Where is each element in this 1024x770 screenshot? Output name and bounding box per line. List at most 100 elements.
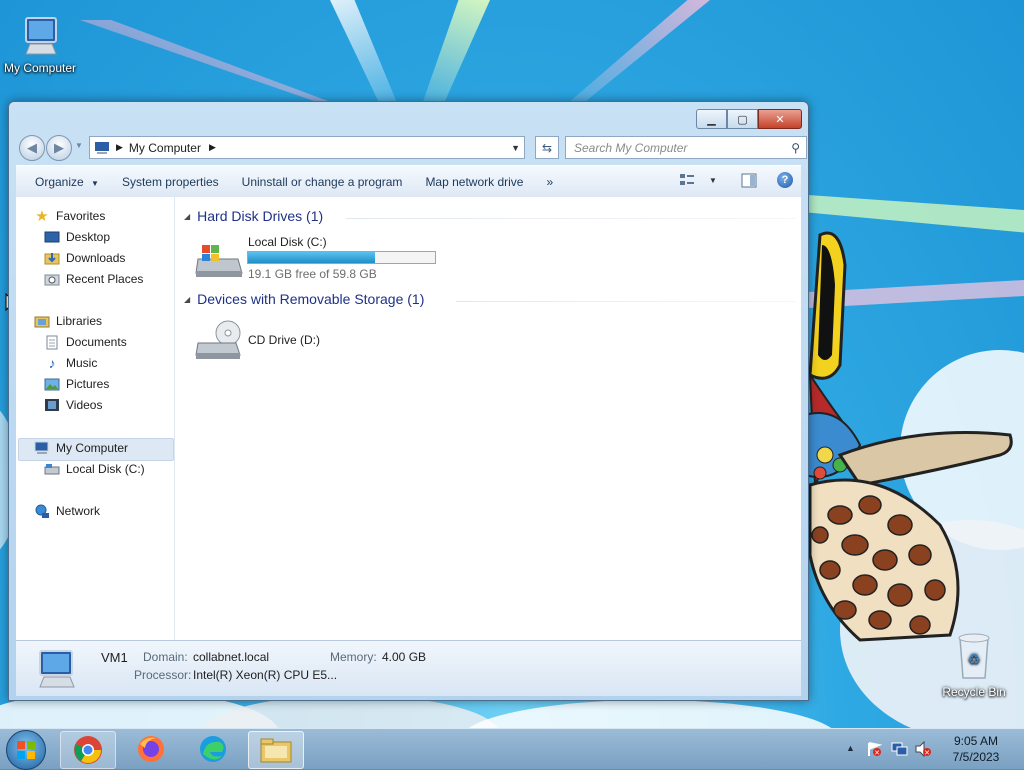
address-dropdown-icon[interactable]: ▼ [511, 143, 520, 153]
help-icon[interactable]: ? [777, 172, 793, 188]
disk-free-space: 19.1 GB free of 59.8 GB [248, 267, 377, 281]
light-beam [80, 20, 340, 110]
hard-drive-icon [44, 461, 60, 477]
computer-name: VM1 [101, 650, 128, 665]
downloads-folder-icon [44, 250, 60, 266]
taskbar-chrome[interactable] [60, 731, 116, 769]
breadcrumb-arrow-icon[interactable]: ▶ [209, 142, 216, 153]
computer-icon [94, 141, 110, 155]
chrome-icon [74, 736, 102, 764]
taskbar-explorer[interactable] [248, 731, 304, 769]
view-options-icon [680, 174, 694, 185]
chevron-down-icon: ▼ [709, 175, 717, 185]
nav-label: Videos [66, 398, 103, 412]
search-input[interactable]: Search My Computer ⚲ [565, 136, 807, 159]
taskbar-edge[interactable] [186, 731, 240, 767]
recent-places-icon [44, 271, 60, 287]
nav-libraries[interactable]: Libraries [34, 311, 102, 331]
nav-favorites[interactable]: ★ Favorites [34, 206, 105, 226]
minimize-button[interactable]: ▁ [696, 109, 727, 129]
content-pane: ◢ Hard Disk Drives (1) Local Disk (C:) 1… [176, 197, 801, 640]
taskbar-firefox[interactable] [124, 731, 178, 767]
back-button[interactable]: ◀ [19, 135, 45, 161]
breadcrumb-arrow-icon[interactable]: ▶ [116, 142, 123, 153]
nav-documents[interactable]: Documents [44, 332, 127, 352]
system-properties-button[interactable]: System properties [111, 175, 231, 189]
domain-label: Domain: [143, 650, 188, 664]
nav-recent-places[interactable]: Recent Places [44, 269, 143, 289]
recent-pages-dropdown-icon[interactable]: ▼ [75, 141, 83, 150]
forward-button[interactable]: ▶ [46, 135, 72, 161]
firefox-icon [138, 736, 164, 762]
nav-network[interactable]: Network [34, 501, 100, 521]
nav-label: Local Disk (C:) [66, 462, 145, 476]
nav-desktop[interactable]: Desktop [44, 227, 110, 247]
nav-label: Music [66, 356, 98, 370]
nav-label: Pictures [66, 377, 110, 391]
nav-my-computer[interactable]: My Computer [34, 438, 128, 458]
disk-usage-bar [247, 251, 436, 264]
nav-label: Favorites [56, 209, 106, 223]
command-bar: Organize ▼ System properties Uninstall o… [16, 165, 801, 198]
svg-text:♻: ♻ [968, 651, 981, 667]
edge-icon [200, 736, 226, 762]
nav-local-disk[interactable]: Local Disk (C:) [44, 459, 145, 479]
breadcrumb-my-computer[interactable]: My Computer [129, 141, 201, 155]
hard-drive-icon [195, 245, 243, 277]
change-view-button[interactable]: ▼ [679, 173, 717, 187]
memory-label: Memory: [330, 650, 377, 664]
address-bar[interactable]: ▶ My Computer ▶ ▼ [89, 136, 525, 159]
processor-value: Intel(R) Xeon(R) CPU E5... [193, 668, 338, 682]
light-beam [330, 0, 400, 110]
nav-videos[interactable]: Videos [44, 395, 102, 415]
music-note-icon: ♪ [48, 355, 56, 371]
drive-item-local-disk[interactable]: Local Disk (C:) 19.1 GB free of 59.8 GB [194, 235, 454, 283]
more-commands-button[interactable]: » [535, 175, 565, 189]
desktop-icon-label: Recycle Bin [942, 685, 1006, 699]
nav-music[interactable]: ♪ Music [44, 353, 98, 373]
recycle-bin-icon: ♻ [958, 633, 990, 679]
clock-date: 7/5/2023 [952, 750, 1000, 764]
organize-label: Organize [35, 174, 84, 189]
organize-menu[interactable]: Organize ▼ [16, 175, 111, 189]
show-hidden-icons-button[interactable]: ▲ [846, 743, 855, 753]
nav-label: Recent Places [66, 272, 144, 286]
start-button[interactable] [6, 730, 46, 770]
details-pane: VM1 Domain: collabnet.local Memory: 4.00… [16, 640, 801, 696]
network-status-icon[interactable] [890, 741, 908, 757]
libraries-icon [34, 313, 50, 329]
maximize-button[interactable]: ▢ [727, 109, 758, 129]
disk-usage-fill [248, 252, 376, 263]
search-icon[interactable]: ⚲ [791, 141, 800, 155]
search-placeholder: Search My Computer [574, 140, 688, 155]
drive-item-cd-drive[interactable]: CD Drive (D:) [194, 317, 394, 365]
light-beam [560, 0, 710, 110]
nav-downloads[interactable]: Downloads [44, 248, 125, 268]
explorer-icon [260, 738, 292, 763]
domain-value: collabnet.local [193, 650, 270, 664]
action-center-flag-icon[interactable]: ✕ [866, 741, 882, 757]
nav-pictures[interactable]: Pictures [44, 374, 109, 394]
computer-icon [39, 650, 75, 688]
desktop-icon-my-computer[interactable]: My Computer [0, 14, 80, 75]
refresh-button[interactable]: ⇆ [535, 136, 559, 159]
group-title: Devices with Removable Storage (1) [197, 291, 425, 307]
map-network-drive-button[interactable]: Map network drive [414, 175, 535, 189]
svg-text:✕: ✕ [924, 750, 930, 757]
uninstall-program-button[interactable]: Uninstall or change a program [231, 175, 415, 189]
memory-value: 4.00 GB [382, 650, 427, 664]
close-button[interactable]: ✕ [758, 109, 802, 129]
computer-icon [25, 17, 57, 55]
nav-label: Desktop [66, 230, 111, 244]
desktop-icon-recycle-bin[interactable]: ♻ Recycle Bin [938, 630, 1010, 699]
volume-muted-icon[interactable]: ✕ [914, 741, 932, 757]
preview-pane-button[interactable] [741, 173, 757, 191]
light-beam [420, 0, 490, 110]
explorer-window: ▁ ▢ ✕ ◀ ▶ ▼ ▶ My Computer ▶ ▼ ⇆ Search M… [8, 101, 809, 701]
nav-label: Libraries [56, 314, 103, 328]
system-clock[interactable]: 9:05 AM 7/5/2023 [936, 733, 1016, 765]
group-header-hard-disks[interactable]: ◢ Hard Disk Drives (1) [184, 208, 323, 224]
group-header-removable[interactable]: ◢ Devices with Removable Storage (1) [184, 291, 424, 307]
explorer-body: ★ Favorites Desktop Downloads Recent Pla… [16, 197, 801, 640]
wallpaper-artwork [804, 231, 1013, 642]
